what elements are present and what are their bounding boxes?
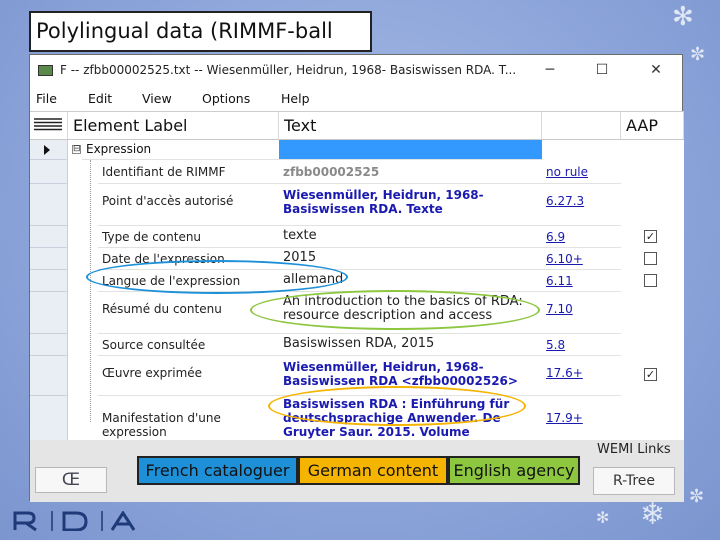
snowflake-icon: ✼ [690,44,706,65]
rda-rule-link[interactable]: 5.8 [542,334,621,356]
window-titlebar: F -- zfbb00002525.txt -- Wiesenmüller, H… [30,55,682,87]
french-highlight-oval [86,260,348,294]
maximize-button[interactable]: ☐ [582,59,622,83]
row-selector[interactable] [30,334,68,356]
aap-checkbox[interactable]: ✓ [644,230,657,243]
window-title: F -- zfbb00002525.txt -- Wiesenmüller, H… [60,63,517,77]
menu-bar: File Edit View Options Help [30,87,682,111]
column-header-rda-rule[interactable] [542,112,621,140]
column-header-aap[interactable]: AAP [621,112,684,140]
group-text-cell[interactable] [279,140,542,160]
menu-file[interactable]: File [36,91,57,106]
element-text[interactable]: zfbb00002525 [279,160,542,184]
rda-rule-link[interactable]: 17.9+ [542,396,621,441]
app-icon [38,65,53,76]
tree-connector [90,160,91,422]
snowflake-icon: ✻ [596,508,610,527]
element-text[interactable]: Wiesenmüller, Heidrun, 1968- Basiswissen… [279,184,542,226]
rda-rule-link[interactable]: 7.10 [542,292,621,334]
element-label: Point d'accès autorisé [98,184,279,226]
english-highlight-oval [250,290,540,330]
slide-title: Polylingual data (RIMMF-ball [29,11,372,52]
menu-edit[interactable]: Edit [88,91,112,106]
element-label: Source consultée [98,334,279,356]
rda-rule-link[interactable]: 6.10+ [542,248,621,270]
row-selector[interactable] [30,270,68,292]
column-header-element-label[interactable]: Element Label [68,112,279,140]
german-highlight-oval [268,386,526,426]
rda-rule-link[interactable]: 6.9 [542,226,621,248]
legend-french-cataloguer: French cataloguer [137,456,298,485]
snowflake-icon: ✼ [689,486,705,507]
collapse-icon[interactable]: ⊟ [72,145,81,154]
menu-help[interactable]: Help [281,91,310,106]
rda-rule-link[interactable]: 17.6+ [542,356,621,396]
menu-options[interactable]: Options [202,91,250,106]
rda-logo [12,508,140,538]
row-selector[interactable] [30,292,68,334]
rda-rule-link[interactable]: 6.11 [542,270,621,292]
element-label: Identifiant de RIMMF [98,160,279,184]
row-selector[interactable] [30,248,68,270]
row-selector[interactable] [30,184,68,226]
row-selector[interactable] [30,160,68,184]
element-label: Type de contenu [98,226,279,248]
row-selector[interactable] [30,356,68,396]
row-selector[interactable] [30,140,68,160]
element-label: Œuvre exprimée [98,356,279,396]
oe-button[interactable]: Œ [35,467,107,493]
aap-checkbox[interactable]: ✓ [644,368,657,381]
grid-menu-icon[interactable] [30,112,68,140]
current-row-arrow-icon [44,145,50,155]
close-button[interactable]: ✕ [636,59,676,83]
rda-rule-link[interactable]: no rule [542,160,621,184]
aap-checkbox[interactable] [644,274,657,287]
element-label: Manifestation d'une expression [98,396,279,441]
aap-checkbox[interactable] [644,252,657,265]
element-text[interactable]: Basiswissen RDA, 2015 [279,334,542,356]
rda-rule-link[interactable]: 6.27.3 [542,184,621,226]
legend-english-agency: English agency [448,456,580,485]
menu-view[interactable]: View [142,91,172,106]
row-selector[interactable] [30,226,68,248]
group-label-expression: Expression [82,140,279,160]
snowflake-icon: ❄ [640,497,666,532]
row-selector[interactable] [30,396,68,441]
snowflake-icon: ✻ [672,2,694,32]
rtree-button[interactable]: R-Tree [593,467,675,495]
element-text[interactable]: texte [279,226,542,248]
minimize-button[interactable]: ─ [530,59,570,83]
legend-german-content: German content [298,456,448,485]
wemi-links-label: WEMI Links [597,442,671,457]
column-header-text[interactable]: Text [279,112,542,140]
